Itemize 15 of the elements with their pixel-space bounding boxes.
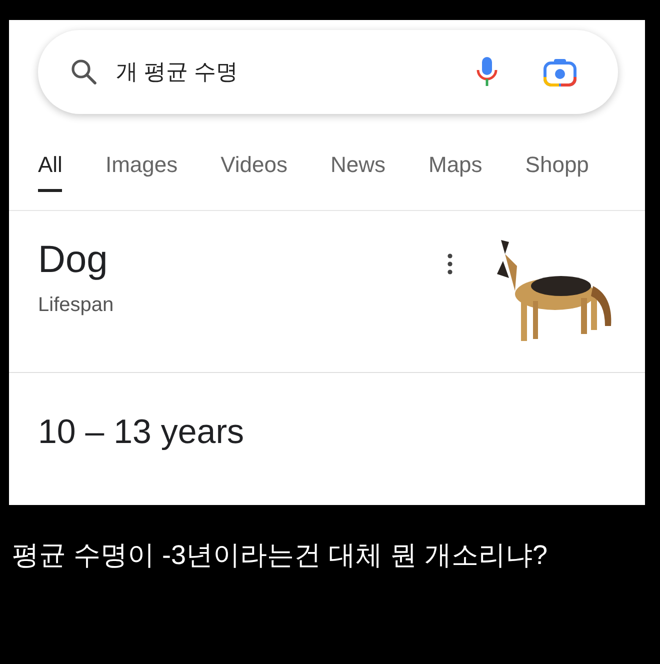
entity-subtitle: Lifespan [38,294,115,317]
search-tab[interactable]: Videos [220,152,288,192]
search-tab[interactable]: News [330,152,386,192]
caption-text: 평균 수명이 -3년이라는건 대체 뭔 개소리냐? [11,539,549,572]
search-tab[interactable]: Images [105,152,178,192]
search-tab[interactable]: Shopp [525,152,589,192]
search-icon [70,58,98,86]
more-options-icon[interactable] [447,253,453,275]
entity-title: Dog [38,239,109,282]
search-tab[interactable]: All [38,152,62,192]
search-field[interactable]: 개 평균 수명 [112,59,462,85]
search-tab[interactable]: Maps [428,152,482,192]
camera-icon[interactable] [542,57,578,87]
answer-text: 10 – 13 years [37,412,246,452]
microphone-icon[interactable] [476,56,498,88]
